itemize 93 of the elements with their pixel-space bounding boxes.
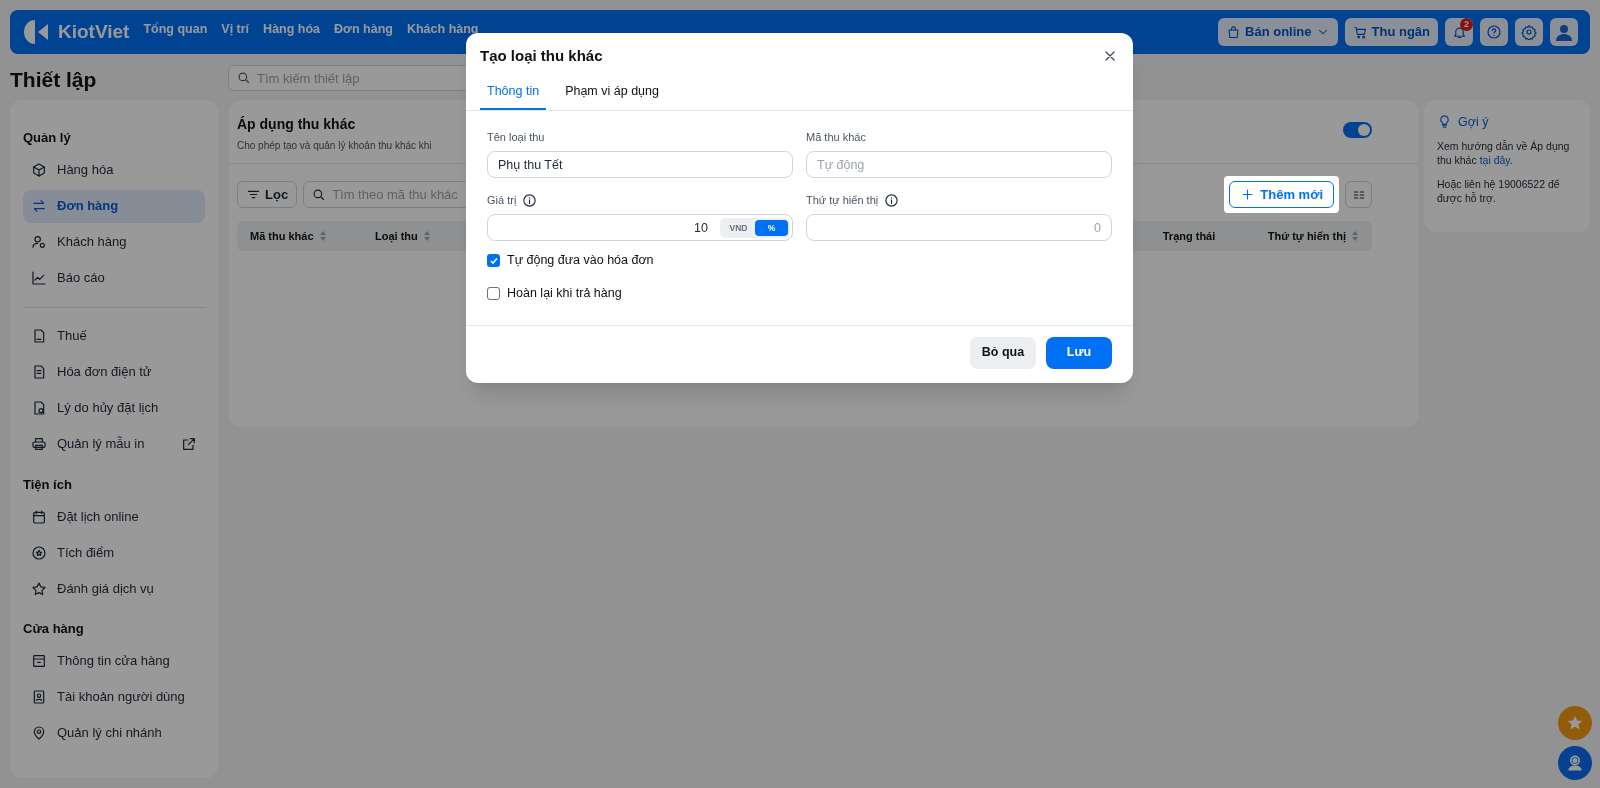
filter-button[interactable]: Lọc xyxy=(237,181,298,208)
search-icon xyxy=(311,187,327,202)
location-pin-icon xyxy=(31,725,47,741)
dialog-tab[interactable]: Thông tin xyxy=(480,81,547,111)
unit-option[interactable]: VND xyxy=(722,220,755,237)
sidebar-item[interactable]: Tài khoản người dùng xyxy=(23,680,205,714)
column-header: Trạng thái xyxy=(1162,228,1216,245)
chart-icon xyxy=(31,270,47,286)
sidebar-item[interactable]: Đặt lịch online xyxy=(23,500,205,533)
sidebar-item[interactable]: Thuế xyxy=(23,319,205,353)
column-header: Thứ tự hiển thị xyxy=(1267,228,1346,245)
id-card-icon xyxy=(31,689,47,705)
sidebar-item[interactable]: Khách hàng xyxy=(23,225,205,259)
sidebar-item[interactable]: Đánh giá dịch vụ xyxy=(23,572,205,605)
logo-text: KiotViet xyxy=(58,19,130,44)
sidebar-item[interactable]: Hàng hóa xyxy=(23,153,205,187)
sidebar-item[interactable]: Hóa đơn điện tử xyxy=(23,355,205,389)
cashier-button[interactable]: Thu ngân xyxy=(1344,18,1438,46)
arrows-icon xyxy=(31,198,47,214)
notification-badge: 2 xyxy=(1460,18,1473,31)
calendar-icon xyxy=(31,508,47,525)
nav-link[interactable]: Khách hàng xyxy=(406,20,479,39)
avatar-button[interactable] xyxy=(1550,18,1578,46)
star-icon xyxy=(1566,714,1584,732)
hint-text: Xem hướng dẫn về Áp dụng thu khác tại đây. xyxy=(1437,139,1571,167)
hint-title: Gợi ý xyxy=(1458,114,1489,129)
sort-icon[interactable] xyxy=(1351,230,1359,242)
avatar-icon xyxy=(1554,22,1574,42)
help-icon xyxy=(1486,24,1502,40)
sidebar-section-title: Quản lý xyxy=(23,129,72,147)
panel-description: Cho phép tạo và quản lý khoản thu khác khi xyxy=(237,139,432,153)
cancel-button[interactable]: Bỏ qua xyxy=(970,336,1036,369)
nav-link[interactable]: Vị trí xyxy=(221,20,250,39)
page-title: Thiết lập xyxy=(10,68,97,91)
settings-button[interactable] xyxy=(1515,18,1543,46)
sidebar-item[interactable]: Báo cáo xyxy=(23,261,205,295)
rating-button[interactable] xyxy=(1558,706,1592,740)
printer-icon xyxy=(31,436,47,452)
field-label: Giá trị xyxy=(487,193,517,208)
help-button[interactable] xyxy=(1480,18,1508,46)
code-input[interactable]: Tự động xyxy=(806,151,1112,179)
name-input[interactable]: Phụ thu Tết xyxy=(487,151,793,179)
column-layout-button[interactable] xyxy=(1345,181,1372,208)
support-button[interactable] xyxy=(1558,746,1592,780)
sidebar-item[interactable]: Tích điểm xyxy=(23,536,205,569)
feature-toggle[interactable] xyxy=(1343,122,1372,138)
sort-icon[interactable] xyxy=(422,230,431,242)
guide-link[interactable]: tại đây xyxy=(1479,154,1510,166)
settings-icon xyxy=(1521,24,1537,40)
nav-link[interactable]: Hàng hóa xyxy=(263,20,321,39)
plus-icon xyxy=(1240,187,1256,202)
star-icon xyxy=(31,580,47,597)
info-icon xyxy=(884,192,900,208)
store-icon xyxy=(31,653,47,669)
sell-online-button[interactable]: Bán online xyxy=(1218,18,1338,46)
save-button[interactable]: Lưu xyxy=(1046,336,1112,369)
field-label: Thứ tự hiển thị xyxy=(806,193,879,208)
checkbox[interactable] xyxy=(487,286,500,300)
sidebar-section-title: Tiện ích xyxy=(23,475,73,494)
document-icon xyxy=(31,364,47,380)
field-label: Tên loại thu xyxy=(487,130,545,145)
field-label: Mã thu khác xyxy=(806,130,866,145)
sidebar-item[interactable]: Quản lý chi nhánh xyxy=(23,716,205,750)
checkbox[interactable] xyxy=(487,254,500,268)
panel-title: Áp dụng thu khác xyxy=(237,115,357,134)
add-new-button[interactable]: Thêm mới xyxy=(1229,181,1334,208)
lightbulb-icon xyxy=(1437,114,1452,129)
document-icon xyxy=(31,328,47,344)
sidebar-item[interactable]: Lý do hủy đặt lịch xyxy=(23,391,205,425)
sidebar-item[interactable]: Quản lý mẫu in xyxy=(23,427,205,461)
nav-link[interactable]: Tổng quan xyxy=(143,20,208,39)
document-icon xyxy=(31,400,47,416)
user-icon xyxy=(31,234,47,250)
search-icon xyxy=(236,70,251,85)
box-icon xyxy=(31,162,47,178)
checkbox-label: Tự động đưa vào hóa đơn xyxy=(507,252,654,270)
column-header: Loại thu xyxy=(375,228,418,245)
checkbox-label: Hoàn lại khi trả hàng xyxy=(507,285,622,302)
order-input[interactable]: 0 xyxy=(806,214,1112,242)
unit-option[interactable]: % xyxy=(755,220,788,237)
notification-button[interactable]: 2 xyxy=(1445,18,1473,46)
cart-icon xyxy=(1352,24,1368,40)
sort-icon[interactable] xyxy=(318,230,327,242)
sidebar-item[interactable]: Đơn hàng xyxy=(23,189,205,223)
contact-text: Hoặc liên hệ 19006522 để được hỗ trợ. xyxy=(1437,177,1561,205)
logo-icon xyxy=(22,18,50,46)
column-header: Mã thu khác xyxy=(250,228,314,244)
support-agent-icon xyxy=(1565,753,1585,773)
sidebar-section-title: Cửa hàng xyxy=(23,620,85,638)
dialog-title: Tạo loại thu khác xyxy=(480,46,603,66)
nav-link[interactable]: Đơn hàng xyxy=(334,20,393,39)
info-icon xyxy=(522,192,538,208)
sidebar-item[interactable]: Thông tin cửa hàng xyxy=(23,644,205,678)
